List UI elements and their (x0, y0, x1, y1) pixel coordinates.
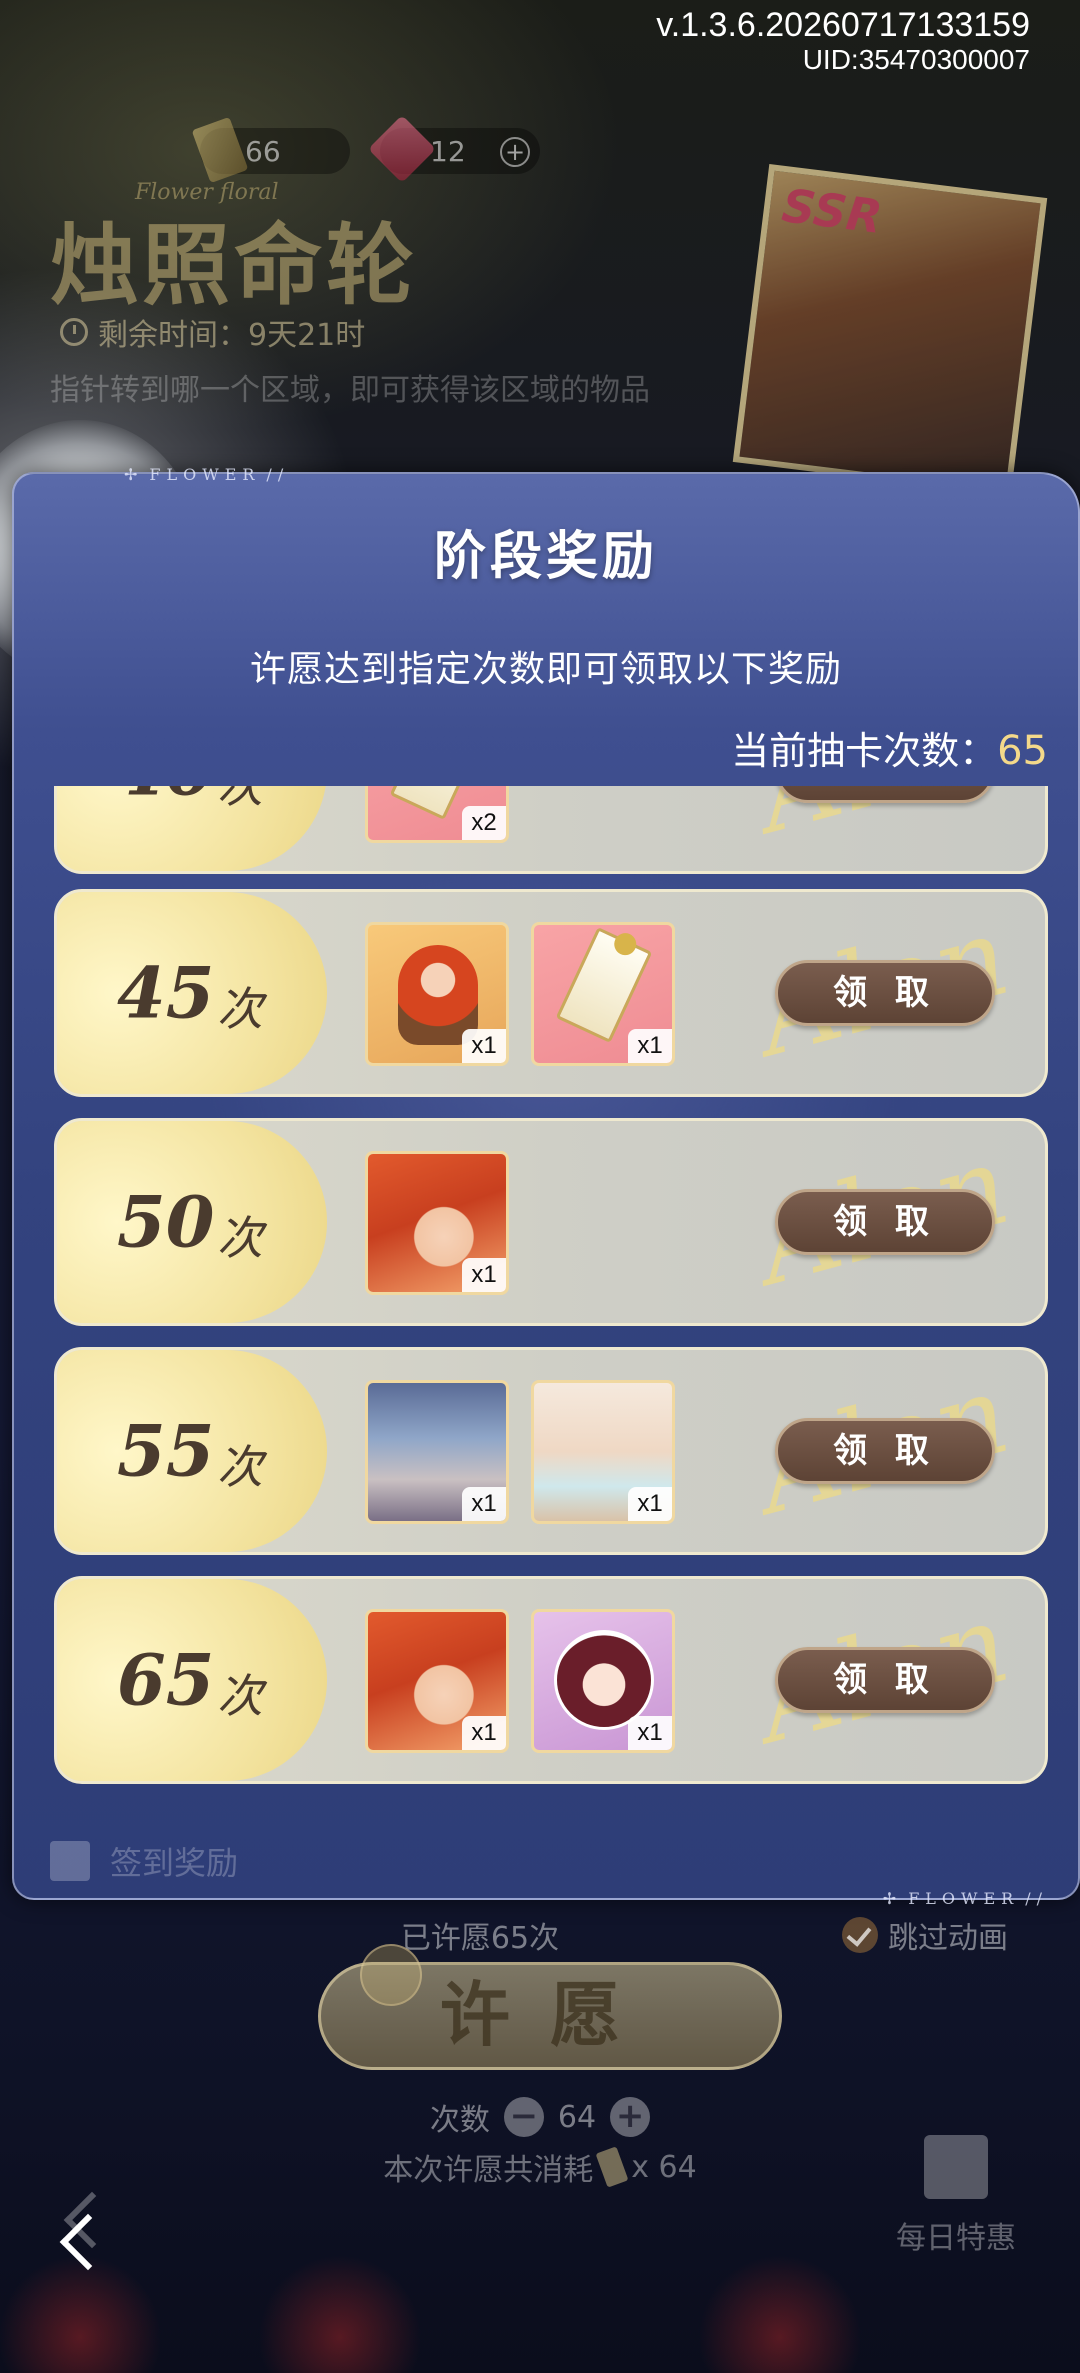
panel-deco-bottom: ✢ FLOWER // (882, 1888, 1048, 1908)
stage-number: 40 (117, 786, 214, 812)
reward-row: 45 次 Alon x1 x1 领 取 (54, 889, 1048, 1097)
panel-deco-text: FLOWER (149, 464, 261, 484)
character-portrait-icon[interactable]: x1 (365, 1609, 509, 1753)
lotus-decoration (260, 2253, 420, 2373)
event-description: 指针转到哪一个区域，即可获得该区域的物品 (50, 373, 650, 408)
item-quantity: x1 (462, 1258, 506, 1292)
remaining-time: 剩余时间：9天21时 (60, 310, 365, 354)
clock-icon (60, 318, 88, 346)
draw-count-value: 65 (997, 728, 1048, 774)
stage-reward-panel: ✢ FLOWER // 阶段奖励 许愿达到指定次数即可领取以下奖励 当前抽卡次数… (12, 465, 1080, 1908)
gift-icon (50, 1841, 90, 1881)
remaining-time-text: 剩余时间：9天21时 (98, 318, 366, 353)
ticket-icon (595, 2146, 629, 2188)
signin-reward-button[interactable]: 签到奖励 (50, 1838, 238, 1884)
gift-icon (924, 2135, 988, 2199)
skip-animation-toggle[interactable]: 跳过动画 (842, 1913, 1008, 1957)
item-quantity: x1 (462, 1029, 506, 1063)
claim-button[interactable]: 领 取 (775, 1647, 995, 1713)
increase-button[interactable]: + (610, 2097, 651, 2137)
event-title: 烛照命轮 (50, 213, 419, 317)
reward-row: 50 次 Alon x1 领 取 (54, 1118, 1048, 1326)
check-icon (842, 1917, 878, 1953)
draw-count-label: 当前抽卡次数： (731, 729, 998, 773)
signin-label: 签到奖励 (110, 1844, 239, 1882)
daily-label: 每日特惠 (896, 2221, 1016, 2256)
wish-button[interactable]: 许愿 (318, 1962, 782, 2070)
ticket-icon[interactable]: x1 (531, 922, 675, 1066)
claim-button[interactable]: 领 取 (775, 960, 995, 1026)
version-text: v.1.3.6.20260717133159 (656, 6, 1030, 44)
claim-button[interactable]: 领 取 (775, 786, 995, 803)
ssr-card-preview: SSR (732, 164, 1048, 496)
item-quantity: x1 (628, 1029, 672, 1063)
avatar-graphic (554, 1630, 654, 1730)
gem-count: 12 (430, 134, 466, 168)
reward-row: 55 次 Alon x1 x1 领 取 (54, 1347, 1048, 1555)
panel-deco-text: FLOWER (908, 1888, 1020, 1908)
claim-button[interactable]: 领 取 (775, 1418, 995, 1484)
bedroom-background-icon[interactable]: x1 (365, 1380, 509, 1524)
back-button[interactable] (54, 2191, 121, 2300)
stage-number: 45 (117, 951, 215, 1035)
character-portrait-icon[interactable]: x1 (365, 1151, 509, 1295)
current-draw-count: 当前抽卡次数：65 (731, 720, 1048, 775)
reward-row: 40 次 Alon x2 领 取 (54, 786, 1048, 874)
panel-subtitle: 许愿达到指定次数即可领取以下奖励 (249, 649, 842, 690)
item-quantity: x1 (462, 1716, 506, 1750)
item-quantity: x1 (628, 1487, 672, 1521)
reward-row: 65 次 Alon x1 x1 领 取 (54, 1576, 1048, 1784)
count-label: 次数 (429, 2103, 490, 2138)
stage-unit: 次 (217, 1669, 263, 1724)
stage-unit: 次 (217, 786, 263, 814)
ticket-graphic (555, 927, 653, 1043)
stage-number: 55 (117, 1409, 215, 1493)
avatar-frame-icon[interactable]: x1 (531, 1609, 675, 1753)
panel-deco-top: ✢ FLOWER // (124, 464, 290, 484)
stage-number: 50 (117, 1180, 215, 1264)
stage-unit: 次 (217, 1211, 263, 1266)
count-value: 64 (557, 2099, 597, 2135)
item-quantity: x1 (628, 1716, 672, 1750)
panel-title: 阶段奖励 (433, 527, 658, 587)
ticket-count: 66 (245, 134, 281, 168)
stage-unit: 次 (217, 1440, 263, 1495)
version-info: v.1.3.6.20260717133159 UID:35470300007 (656, 6, 1030, 76)
item-quantity: x1 (462, 1487, 506, 1521)
cost-value: x 64 (631, 2149, 697, 2185)
lotus-decoration (700, 2253, 860, 2373)
stage-unit: 次 (217, 982, 263, 1037)
cost-label: 本次许愿共消耗 (383, 2153, 594, 2188)
living-room-background-icon[interactable]: x1 (531, 1380, 675, 1524)
claim-button[interactable]: 领 取 (775, 1189, 995, 1255)
ticket-icon[interactable]: x2 (365, 786, 509, 843)
daily-deal-button[interactable]: 每日特惠 (886, 2135, 1026, 2257)
add-gems-button[interactable]: + (500, 137, 530, 167)
uid-text: UID:35470300007 (802, 44, 1030, 75)
reward-list[interactable]: 40 次 Alon x2 领 取 45 次 Alon x1 x1 领 取 (44, 786, 1054, 1796)
item-quantity: x2 (462, 806, 506, 840)
stage-number: 65 (117, 1638, 215, 1722)
count-selector: 次数 − 64 + (0, 2095, 1080, 2139)
chibi-card-icon[interactable]: x1 (365, 922, 509, 1066)
skip-label: 跳过动画 (888, 1921, 1008, 1956)
decrease-button[interactable]: − (503, 2097, 544, 2137)
